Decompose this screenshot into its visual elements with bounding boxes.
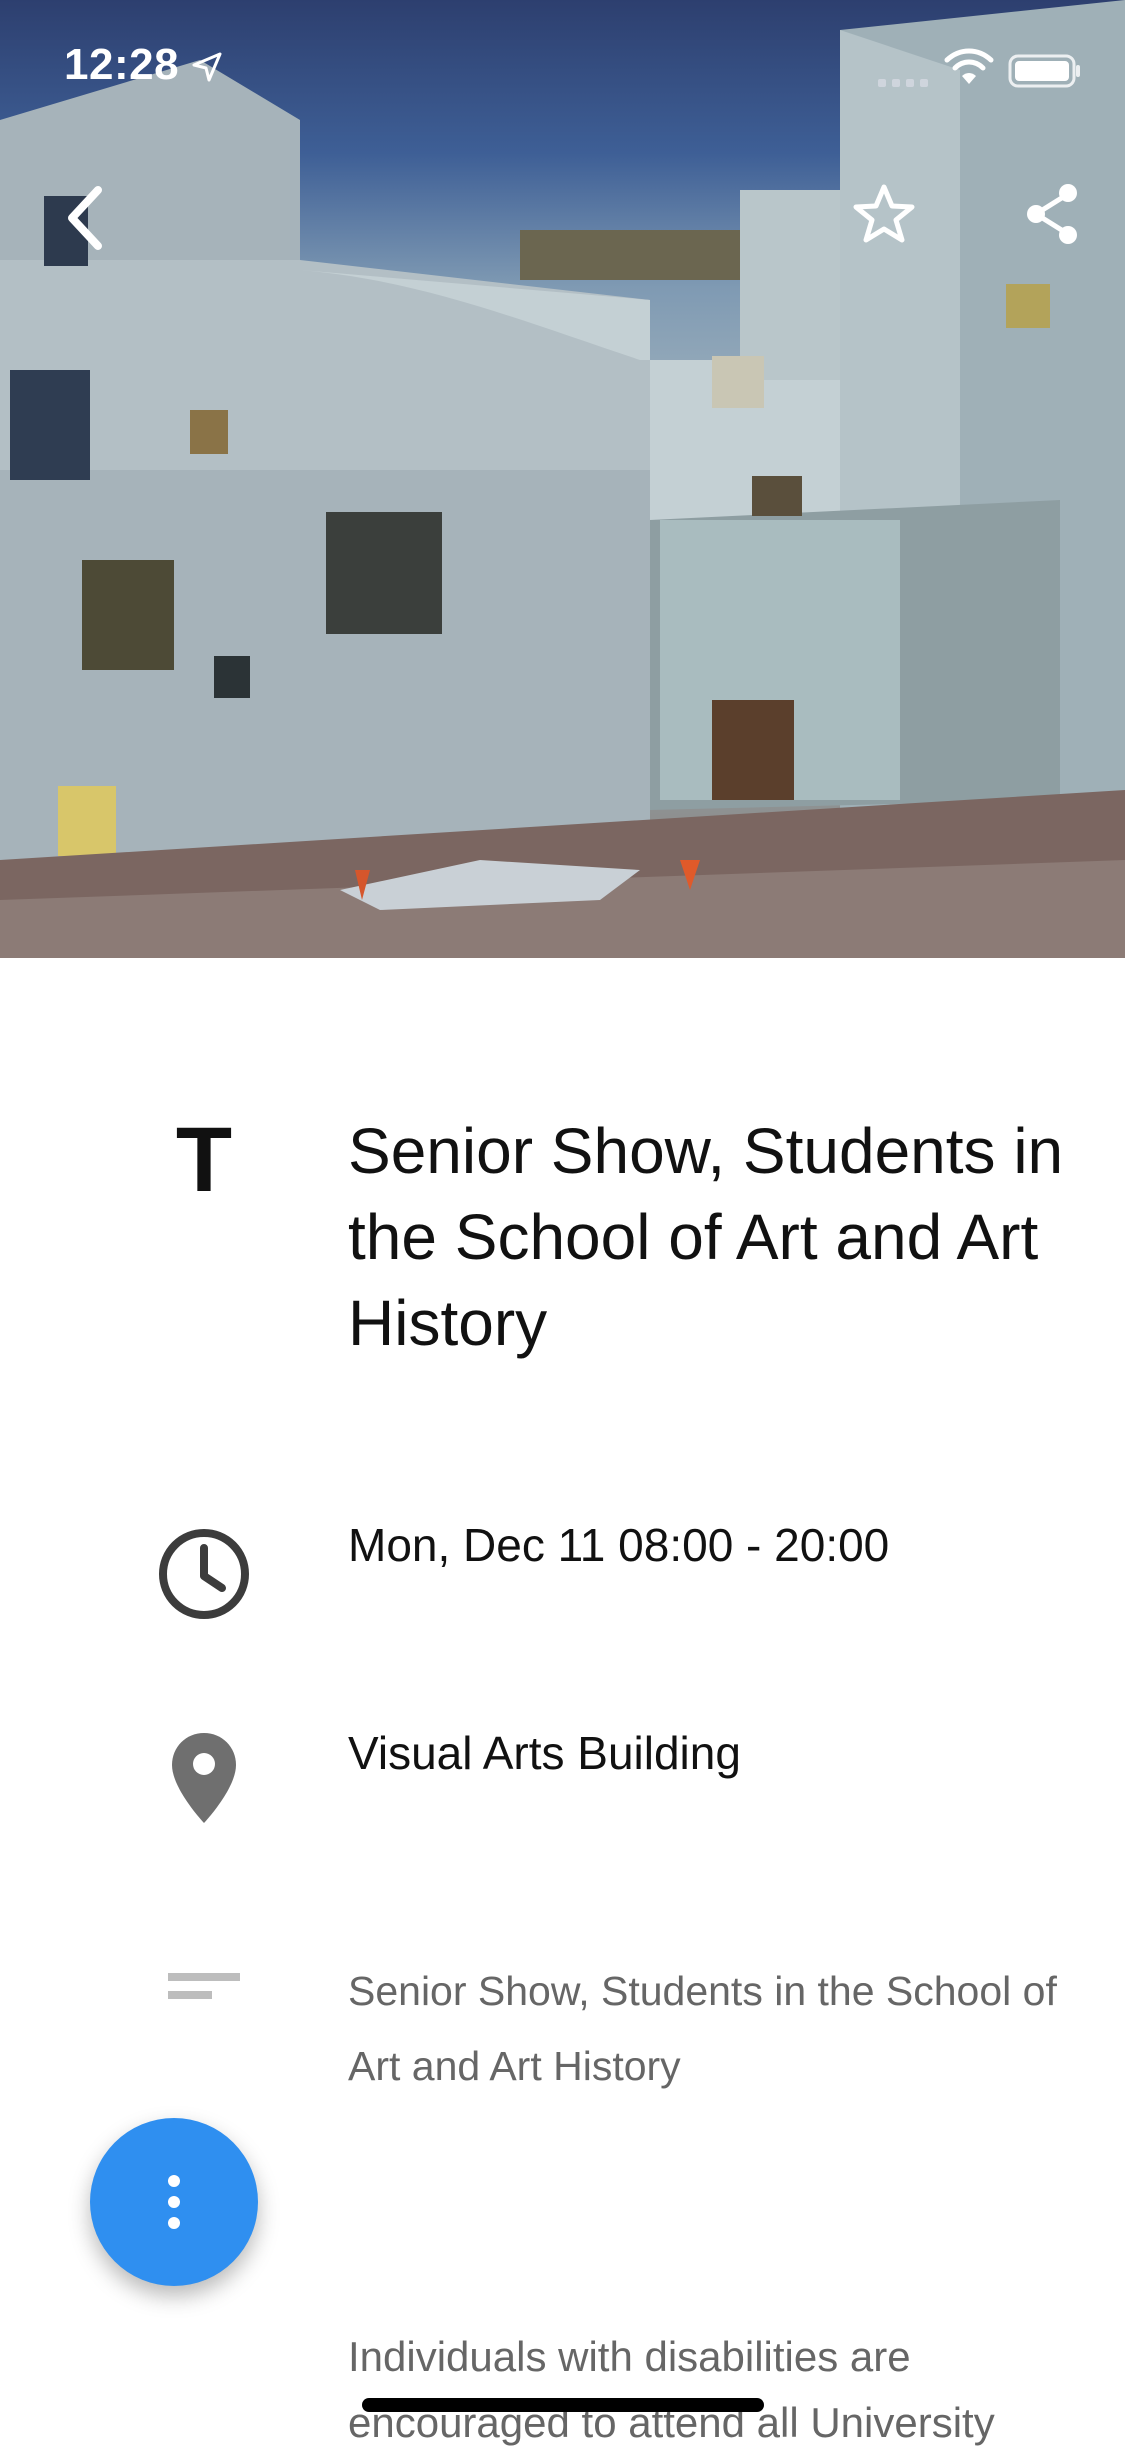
header-image: 12:28: [0, 0, 1125, 958]
signal-icon: [878, 74, 930, 92]
status-bar: 12:28: [0, 0, 1125, 140]
location-pin-icon: [162, 1730, 246, 1826]
event-datetime: Mon, Dec 11 08:00 - 20:00: [348, 1519, 890, 1571]
status-time: 12:28: [64, 40, 180, 89]
star-icon: [853, 184, 915, 243]
more-vertical-icon: [168, 2175, 180, 2229]
disability-note: Individuals with disabilities are encour…: [348, 2333, 995, 2446]
title-text-icon: T: [175, 1109, 233, 1211]
back-icon: [68, 186, 102, 250]
event-location[interactable]: Visual Arts Building: [348, 1726, 741, 1780]
home-indicator: [362, 2398, 764, 2412]
building-illustration: [0, 0, 1125, 958]
back-button[interactable]: [36, 170, 132, 266]
share-button[interactable]: [1004, 166, 1100, 262]
share-icon: [1027, 184, 1077, 244]
favorite-button[interactable]: [836, 166, 932, 262]
clock-icon: [154, 1524, 254, 1624]
more-options-button[interactable]: [90, 2118, 258, 2286]
event-description: Senior Show, Students in the School of A…: [348, 1968, 1057, 2089]
wifi-icon: [944, 48, 994, 91]
event-title: Senior Show, Students in the School of A…: [348, 1115, 1064, 1359]
description-icon: [164, 1966, 244, 2006]
location-arrow-icon: [192, 52, 222, 87]
battery-icon: [1008, 54, 1082, 93]
